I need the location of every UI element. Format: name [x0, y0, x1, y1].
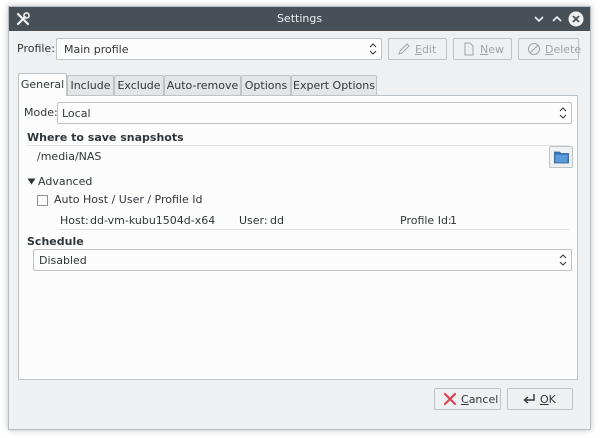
schedule-heading: Schedule [27, 235, 84, 248]
new-document-icon [464, 42, 474, 56]
auto-host-checkbox[interactable] [37, 195, 48, 206]
profile-label: Profile: [17, 42, 55, 55]
tab-expert-options[interactable]: Expert Options [291, 75, 377, 95]
divider [27, 145, 569, 146]
browse-folder-button[interactable] [549, 146, 573, 168]
schedule-select-value: Disabled [39, 254, 87, 267]
window-title: Settings [276, 12, 323, 25]
profile-select-value: Main profile [64, 43, 129, 56]
profile-id-label: Profile Id: [400, 214, 452, 227]
new-profile-button[interactable]: New [453, 38, 512, 60]
delete-label: Delete [545, 43, 582, 56]
divider [60, 229, 569, 230]
tab-auto-remove[interactable]: Auto-remove [164, 75, 241, 95]
snapshot-path[interactable]: /media/NAS [37, 150, 101, 163]
mode-select[interactable]: Local [57, 102, 572, 124]
edit-label: Edit [415, 43, 437, 56]
where-heading: Where to save snapshots [27, 131, 184, 144]
ok-button[interactable]: OK [507, 388, 573, 410]
cancel-label: Cancel [461, 393, 499, 406]
delete-icon [528, 43, 540, 55]
mode-label: Mode: [24, 106, 58, 119]
edit-profile-button[interactable]: Edit [388, 38, 447, 60]
title-bar[interactable]: Settings [9, 7, 590, 31]
advanced-toggle[interactable]: Advanced [38, 175, 92, 188]
enter-arrow-icon [523, 394, 535, 404]
user-label: User: [239, 214, 268, 227]
user-value[interactable]: dd [270, 214, 284, 227]
tab-include[interactable]: Include [67, 75, 114, 95]
minimize-button[interactable] [531, 11, 547, 27]
auto-host-label[interactable]: Auto Host / User / Profile Id [54, 193, 202, 206]
schedule-select[interactable]: Disabled [33, 249, 572, 271]
pencil-icon [398, 43, 410, 55]
folder-icon [554, 151, 569, 164]
chevron-updown-icon [559, 254, 567, 266]
ok-label: OK [540, 393, 556, 406]
tab-exclude[interactable]: Exclude [114, 75, 164, 95]
general-panel: Mode: Local Where to save snapshots /med… [18, 95, 578, 380]
host-value[interactable]: dd-vm-kubu1504d-x64 [90, 214, 215, 227]
host-label: Host: [60, 214, 89, 227]
delete-profile-button[interactable]: Delete [518, 38, 582, 60]
chevron-updown-icon [369, 43, 377, 55]
tab-general[interactable]: General [18, 73, 67, 96]
cancel-button[interactable]: Cancel [434, 388, 501, 410]
profile-select[interactable]: Main profile [56, 38, 382, 60]
chevron-updown-icon [559, 107, 567, 119]
profile-id-value[interactable]: 1 [450, 214, 457, 227]
mode-select-value: Local [62, 107, 91, 120]
tab-options[interactable]: Options [241, 75, 291, 95]
cancel-icon [443, 392, 457, 406]
triangle-down-icon[interactable] [27, 177, 36, 186]
maximize-button[interactable] [549, 11, 565, 27]
settings-window: Settings Profile: Main profile Edit New [8, 6, 591, 430]
new-label: New [480, 43, 504, 56]
close-button[interactable] [568, 11, 584, 27]
